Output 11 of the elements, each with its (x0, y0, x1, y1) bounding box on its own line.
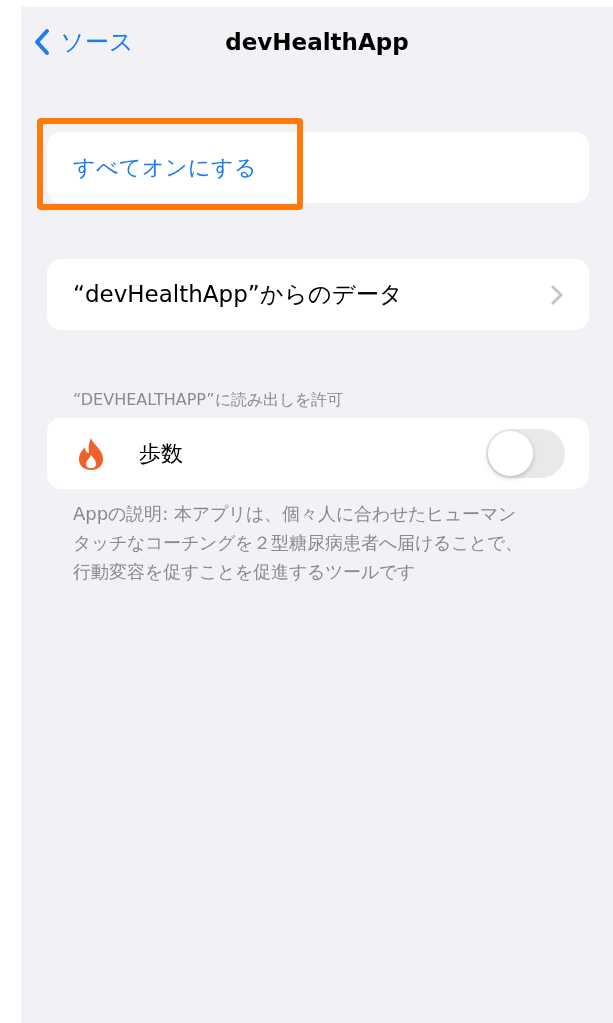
toggle-switch[interactable] (486, 429, 565, 478)
flame-icon (77, 436, 105, 471)
section-header: “DEVHEALTHAPP”に読み出しを許可 (73, 388, 344, 411)
data-list-item[interactable]: “devHealthApp”からのデータ (47, 259, 589, 330)
back-button[interactable]: ソース (34, 26, 134, 58)
row-label: 歩数 (139, 439, 184, 468)
turn-all-on-button[interactable]: すべてオンにする (47, 132, 589, 203)
app-description: Appの説明: 本アプリは、個々人に合わせたヒューマン タッチなコーチングを２型糖尿病患者へ届けることで、 行動変容を促すことを促進するツールです (73, 502, 524, 584)
chevron-left-icon (34, 28, 50, 56)
screen-title: devHealthApp (225, 29, 409, 55)
chevron-right-icon (551, 284, 563, 305)
